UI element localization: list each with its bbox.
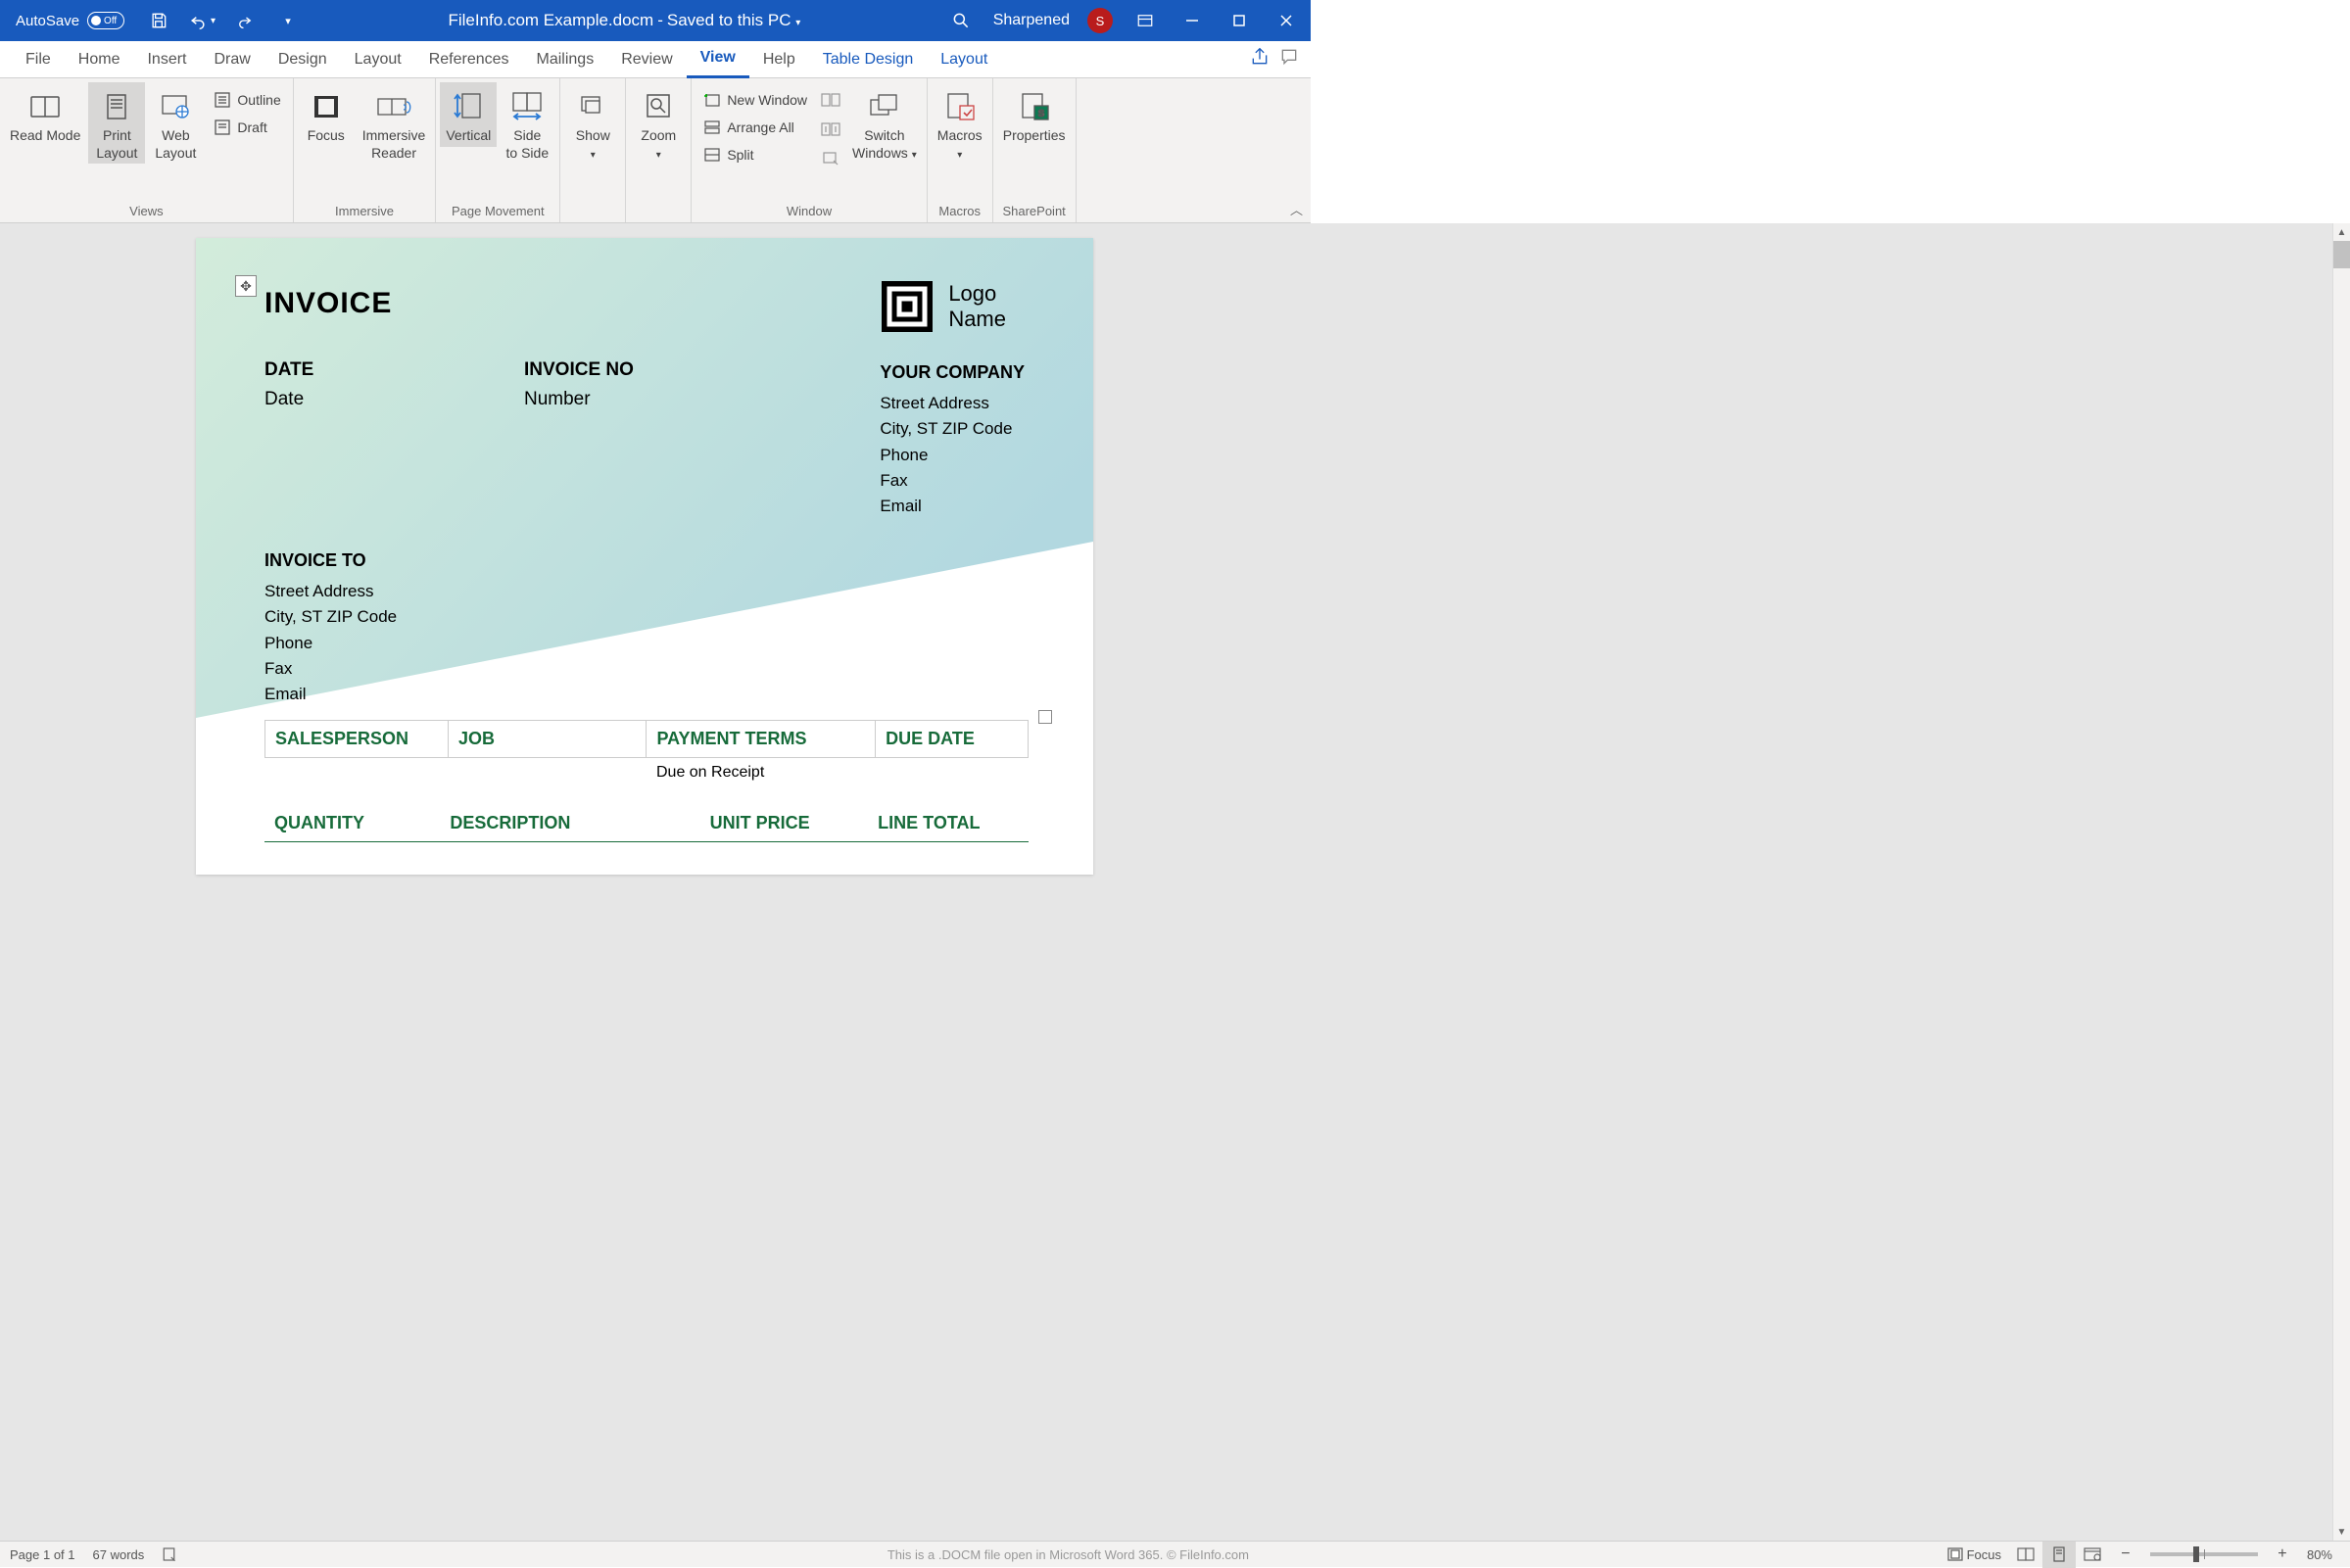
sync-scrolling-button[interactable]: [817, 116, 844, 143]
document-area: ✥ INVOICE DATE Date INVOICE NO Number Lo…: [0, 223, 2350, 1541]
invoice-no-label: INVOICE NO: [524, 359, 784, 381]
avatar[interactable]: S: [1087, 8, 1113, 33]
redo-icon[interactable]: [230, 6, 260, 35]
zoom-level[interactable]: 80%: [2299, 1547, 2340, 1562]
split-button[interactable]: Split: [695, 141, 815, 168]
zoom-button[interactable]: Zoom▾: [630, 82, 687, 164]
read-mode-button[interactable]: Read Mode: [4, 82, 86, 147]
spellcheck-icon[interactable]: [162, 1545, 179, 1563]
close-icon[interactable]: [1271, 6, 1301, 35]
account-name[interactable]: Sharpened: [993, 12, 1070, 29]
page[interactable]: ✥ INVOICE DATE Date INVOICE NO Number Lo…: [196, 238, 1093, 875]
caption-text: This is a .DOCM file open in Microsoft W…: [197, 1547, 1939, 1562]
search-icon[interactable]: [946, 6, 976, 35]
group-label-macros: Macros: [932, 202, 988, 220]
scroll-thumb[interactable]: [2333, 241, 2350, 268]
title-bar: AutoSave Off ▾ ▾ FileInfo.com Example.do…: [0, 0, 1311, 41]
tab-table-layout[interactable]: Layout: [927, 41, 1001, 78]
tab-help[interactable]: Help: [749, 41, 809, 78]
outline-button[interactable]: Outline: [206, 86, 288, 114]
side-to-side-button[interactable]: Sideto Side: [499, 82, 555, 164]
tab-draw[interactable]: Draw: [200, 41, 264, 78]
svg-text:S: S: [1037, 109, 1044, 119]
company-email[interactable]: Email: [880, 494, 1025, 519]
invoiceto-addr2[interactable]: City, ST ZIP Code: [264, 604, 397, 630]
focus-mode-button[interactable]: Focus: [1940, 1542, 2009, 1568]
invoiceto-email[interactable]: Email: [264, 682, 397, 707]
tab-file[interactable]: File: [12, 41, 65, 78]
draft-button[interactable]: Draft: [206, 114, 288, 141]
tab-review[interactable]: Review: [607, 41, 686, 78]
company-phone[interactable]: Phone: [880, 443, 1025, 468]
group-label-views: Views: [4, 202, 289, 220]
invoice-no-value[interactable]: Number: [524, 389, 784, 410]
invoice-to-hd: INVOICE TO: [264, 547, 397, 575]
company-logo-icon: [880, 279, 935, 334]
tab-home[interactable]: Home: [65, 41, 134, 78]
items-table[interactable]: QUANTITY DESCRIPTION UNIT PRICE LINE TOT…: [264, 805, 1029, 842]
reset-window-position-button[interactable]: [817, 145, 844, 172]
tab-design[interactable]: Design: [264, 41, 341, 78]
tab-layout[interactable]: Layout: [341, 41, 415, 78]
invoiceto-addr1[interactable]: Street Address: [264, 579, 397, 604]
print-layout-button[interactable]: PrintLayout: [88, 82, 145, 164]
company-addr1[interactable]: Street Address: [880, 391, 1025, 416]
terms-table[interactable]: SALESPERSON JOB PAYMENT TERMS DUE DATE D…: [264, 720, 1029, 787]
save-status-dropdown[interactable]: Saved to this PC ▾: [667, 11, 800, 30]
immersive-reader-button[interactable]: ImmersiveReader: [357, 82, 432, 164]
zoom-out-icon[interactable]: −: [2109, 1542, 2142, 1568]
maximize-icon[interactable]: [1224, 6, 1254, 35]
arrange-all-button[interactable]: Arrange All: [695, 114, 815, 141]
logo-name[interactable]: LogoName: [948, 281, 1006, 333]
document-title: FileInfo.com Example.docm - Saved to thi…: [303, 11, 946, 30]
minimize-icon[interactable]: [1177, 6, 1207, 35]
date-label: DATE: [264, 359, 524, 381]
switch-windows-button[interactable]: SwitchWindows ▾: [846, 82, 923, 164]
word-count[interactable]: 67 words: [93, 1547, 145, 1562]
properties-button[interactable]: S Properties: [997, 82, 1072, 147]
group-label-immersive: Immersive: [298, 202, 432, 220]
share-icon[interactable]: [1250, 47, 1270, 71]
qat-customize-icon[interactable]: ▾: [273, 6, 303, 35]
vertical-button[interactable]: Vertical: [440, 82, 497, 147]
page-indicator[interactable]: Page 1 of 1: [10, 1547, 75, 1562]
company-addr2[interactable]: City, ST ZIP Code: [880, 416, 1025, 442]
invoiceto-fax[interactable]: Fax: [264, 656, 397, 682]
tab-mailings[interactable]: Mailings: [523, 41, 608, 78]
zoom-in-icon[interactable]: +: [2266, 1542, 2299, 1568]
undo-icon[interactable]: ▾: [187, 6, 216, 35]
show-button[interactable]: Show▾: [564, 82, 621, 164]
print-layout-view-icon[interactable]: [2042, 1542, 2076, 1568]
macros-button[interactable]: Macros▾: [932, 82, 988, 164]
tab-references[interactable]: References: [415, 41, 523, 78]
tab-table-design[interactable]: Table Design: [809, 41, 928, 78]
autosave-toggle[interactable]: AutoSave Off: [10, 12, 130, 29]
view-side-by-side-button[interactable]: [817, 86, 844, 114]
save-icon[interactable]: [144, 6, 173, 35]
ribbon-display-icon[interactable]: [1130, 6, 1160, 35]
web-layout-button[interactable]: WebLayout: [147, 82, 204, 164]
company-fax[interactable]: Fax: [880, 468, 1025, 494]
read-mode-view-icon[interactable]: [2009, 1542, 2042, 1568]
collapse-ribbon-icon[interactable]: ︿: [1290, 200, 1303, 218]
invoiceto-phone[interactable]: Phone: [264, 631, 397, 656]
group-label-window: Window: [695, 202, 922, 220]
company-hd: YOUR COMPANY: [880, 359, 1025, 387]
comments-icon[interactable]: [1279, 47, 1299, 71]
tab-insert[interactable]: Insert: [133, 41, 200, 78]
tab-view[interactable]: View: [687, 41, 749, 78]
zoom-slider[interactable]: [2150, 1552, 2258, 1556]
new-window-button[interactable]: New Window: [695, 86, 815, 114]
ribbon-view: Read Mode PrintLayout WebLayout Outline …: [0, 78, 1311, 223]
group-label-page-movement: Page Movement: [440, 202, 555, 220]
vertical-scrollbar[interactable]: ▲ ▼: [2332, 223, 2350, 1541]
focus-button[interactable]: Focus: [298, 82, 355, 147]
scroll-down-icon[interactable]: ▼: [2333, 1523, 2350, 1541]
web-layout-view-icon[interactable]: [2076, 1542, 2109, 1568]
ribbon-tabs: File Home Insert Draw Design Layout Refe…: [0, 41, 1311, 78]
group-label-sharepoint: SharePoint: [997, 202, 1072, 220]
date-value[interactable]: Date: [264, 389, 524, 410]
status-bar: Page 1 of 1 67 words This is a .DOCM fil…: [0, 1541, 2350, 1567]
scroll-up-icon[interactable]: ▲: [2333, 223, 2350, 241]
